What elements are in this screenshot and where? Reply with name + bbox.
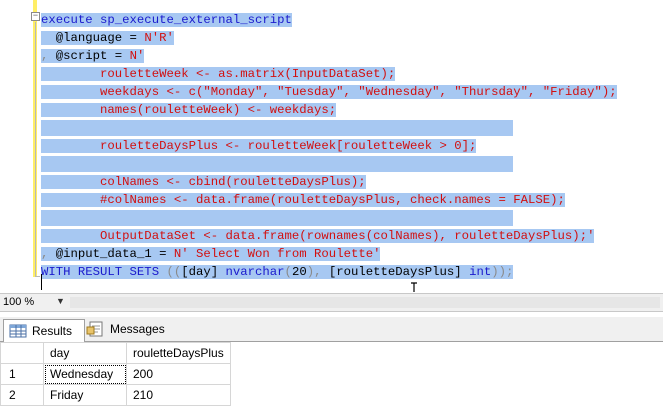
code-token: [day] xyxy=(181,265,226,279)
code-token: , xyxy=(41,247,56,261)
code-token: (( xyxy=(166,265,182,279)
text-caret xyxy=(41,274,42,290)
code-token: @language = xyxy=(41,31,145,45)
row-number[interactable]: 2 xyxy=(0,384,44,406)
cell-day[interactable]: Friday xyxy=(43,384,127,406)
code-token: weekdays <- c("Monday", "Tuesday", "Wedn… xyxy=(41,85,617,99)
tab-messages-label: Messages xyxy=(110,322,165,336)
query-editor[interactable]: − execute sp_execute_external_script @la… xyxy=(0,0,663,292)
table-row[interactable]: 2 Friday 210 xyxy=(0,384,231,406)
code-line[interactable]: weekdays <- c("Monday", "Tuesday", "Wedn… xyxy=(41,83,617,101)
code-token: N' xyxy=(129,49,145,63)
selection-highlight xyxy=(41,119,513,136)
code-line[interactable]: WITH RESULT SETS (([day] nvarchar(20), [… xyxy=(41,263,617,281)
code-token: )); xyxy=(491,265,514,279)
results-grid-area: day rouletteDaysPlus 1 Wednesday 200 2 F… xyxy=(0,342,663,416)
grid-corner[interactable] xyxy=(0,342,44,364)
code-token: 20 xyxy=(291,265,307,279)
code-token: , xyxy=(41,49,56,63)
code-line[interactable]: #colNames <- data.frame(rouletteDaysPlus… xyxy=(41,191,617,209)
code-token: rouletteWeek <- as.matrix(InputDataSet); xyxy=(41,67,396,81)
code-line[interactable]: , @input_data_1 = N' Select Won from Rou… xyxy=(41,245,617,263)
code-line[interactable]: OutputDataSet <- data.frame(rownames(col… xyxy=(41,227,617,245)
code-token: @script = xyxy=(55,49,130,63)
cell-value[interactable]: 200 xyxy=(126,363,231,385)
code-line[interactable] xyxy=(41,119,617,137)
tab-messages[interactable]: Messages xyxy=(82,318,174,340)
tab-results-label: Results xyxy=(32,324,73,338)
editor-gutter xyxy=(0,0,31,292)
tab-results[interactable]: Results xyxy=(3,319,85,342)
code-line[interactable]: names(rouletteWeek) <- weekdays; xyxy=(41,101,617,119)
zoom-level[interactable]: 100 % xyxy=(3,296,34,308)
code-line[interactable]: rouletteWeek <- as.matrix(InputDataSet); xyxy=(41,65,617,83)
outline-guide xyxy=(35,22,36,277)
code-token: ( xyxy=(284,265,292,279)
results-tabs: Results Messages xyxy=(0,317,663,342)
code-token: int xyxy=(469,265,492,279)
cell-value[interactable]: 210 xyxy=(126,384,231,406)
code-line[interactable] xyxy=(41,209,617,227)
code-line[interactable]: colNames <- cbind(rouletteDaysPlus); xyxy=(41,173,617,191)
code-token: nvarchar xyxy=(225,265,285,279)
code-line[interactable]: @language = N'R' xyxy=(41,29,617,47)
results-grid: day rouletteDaysPlus 1 Wednesday 200 2 F… xyxy=(0,342,231,406)
code-token: [rouletteDaysPlus] xyxy=(328,265,470,279)
outline-guide-end xyxy=(35,276,40,277)
code-token: names(rouletteWeek) <- weekdays; xyxy=(41,103,337,117)
selection-highlight xyxy=(41,209,513,226)
code-token: @input_data_1 = xyxy=(55,247,174,261)
code-text[interactable]: execute sp_execute_external_script @lang… xyxy=(41,11,617,281)
column-header-day[interactable]: day xyxy=(43,342,127,364)
ibeam-cursor-icon xyxy=(411,282,417,292)
code-token: #colNames <- data.frame(rouletteDaysPlus… xyxy=(41,193,565,207)
table-row[interactable]: 1 Wednesday 200 xyxy=(0,363,231,385)
code-token: rouletteDaysPlus <- rouletteWeek[roulett… xyxy=(41,139,477,153)
cell-day[interactable]: Wednesday xyxy=(43,363,127,385)
horizontal-scrollbar[interactable] xyxy=(70,297,660,308)
row-number[interactable]: 1 xyxy=(0,363,44,385)
collapse-toggle-icon[interactable]: − xyxy=(31,12,40,21)
code-token: N' Select Won from Roulette' xyxy=(173,247,381,261)
column-header-roulettedaysplus[interactable]: rouletteDaysPlus xyxy=(126,342,231,364)
code-line[interactable]: rouletteDaysPlus <- rouletteWeek[roulett… xyxy=(41,137,617,155)
code-token: N'R' xyxy=(144,31,174,45)
code-token: colNames <- cbind(rouletteDaysPlus); xyxy=(41,175,366,189)
code-token: ), xyxy=(306,265,329,279)
selection-highlight xyxy=(41,155,513,172)
messages-icon xyxy=(86,321,103,337)
code-token: WITH RESULT SETS xyxy=(41,265,167,279)
code-line[interactable]: , @script = N' xyxy=(41,47,617,65)
code-token: OutputDataSet <- data.frame(rownames(col… xyxy=(41,229,595,243)
code-line[interactable] xyxy=(41,155,617,173)
code-line[interactable]: execute sp_execute_external_script xyxy=(41,11,617,29)
code-token: execute sp_execute_external_script xyxy=(41,13,292,27)
results-grid-icon xyxy=(9,324,27,338)
grid-header-row: day rouletteDaysPlus xyxy=(0,342,231,364)
zoom-bar: 100 % ▼ xyxy=(0,293,663,312)
zoom-dropdown-icon[interactable]: ▼ xyxy=(56,296,65,306)
